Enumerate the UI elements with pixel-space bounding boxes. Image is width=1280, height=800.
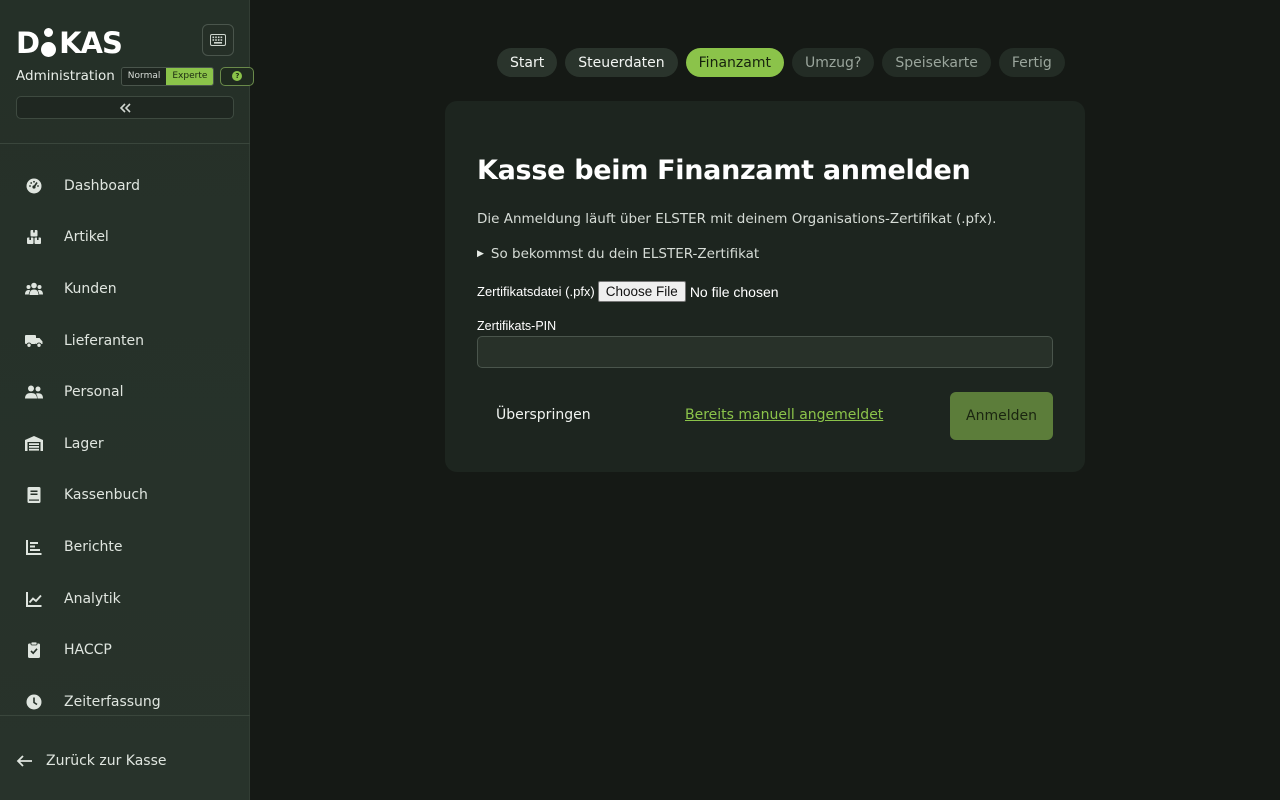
sidebar-item-dashboard[interactable]: Dashboard [0,160,250,212]
already-registered-link[interactable]: Bereits manuell angemeldet [685,407,883,423]
collapse-sidebar-button[interactable] [16,96,234,119]
step-speisekarte[interactable]: Speisekarte [882,48,991,77]
logo-text-right: KAS [59,26,123,60]
sidebar-item-berichte[interactable]: Berichte [0,521,250,573]
clipboard-check-icon [24,640,44,660]
sidebar-nav: Dashboard Artikel Kunden Lieferanten Per… [0,160,250,728]
pin-label: Zertifikats-PIN [477,319,557,333]
back-to-register-link[interactable]: Zurück zur Kasse [16,750,167,772]
bar-chart-icon [24,537,44,557]
admin-label: Administration [16,68,115,84]
sidebar-item-label: Dashboard [64,177,140,194]
choose-file-button[interactable]: Choose File [597,281,686,302]
sidebar-item-label: Lager [64,435,104,452]
certificate-help-toggle[interactable]: ▶ So bekommst du dein ELSTER-Zertifikat [477,246,759,262]
mode-toggle: Normal Experte [120,66,215,86]
book-icon [24,485,44,505]
wizard-stepper: Start Steuerdaten Finanzamt Umzug? Speis… [497,48,1065,77]
arrow-left-icon [16,755,32,767]
sidebar-item-label: Kassenbuch [64,487,148,504]
sidebar-item-analytik[interactable]: Analytik [0,573,250,625]
pin-input[interactable] [477,336,1053,368]
user-group-icon [24,382,44,402]
sidebar-item-kassenbuch[interactable]: Kassenbuch [0,470,250,522]
details-summary: So bekommst du dein ELSTER-Zertifikat [490,246,760,262]
gauge-icon [24,176,44,196]
sidebar-item-label: Lieferanten [64,332,145,349]
sidebar-item-label: Personal [64,384,124,401]
step-finanzamt[interactable]: Finanzamt [685,48,784,77]
sidebar-item-zeiterfassung[interactable]: Zeiterfassung [0,676,250,728]
mode-expert-option[interactable]: Experte [166,67,214,85]
keyboard-button[interactable] [202,24,234,56]
sidebar-item-lieferanten[interactable]: Lieferanten [0,315,250,367]
warehouse-icon [24,434,44,454]
step-steuerdaten[interactable]: Steuerdaten [565,48,678,77]
back-label: Zurück zur Kasse [46,753,167,769]
step-fertig[interactable]: Fertig [998,48,1065,77]
sidebar-item-label: Kunden [64,280,117,297]
sidebar-item-label: HACCP [64,642,112,659]
sidebar-item-kunden[interactable]: Kunden [0,263,250,315]
sidebar-item-personal[interactable]: Personal [0,366,250,418]
step-umzug[interactable]: Umzug? [791,48,875,77]
users-icon [24,279,44,299]
sidebar: D KAS Administration Normal Experte ? Da… [0,0,255,800]
finanzamt-card: Kasse beim Finanzamt anmelden Die Anmeld… [445,101,1085,472]
mode-normal-option[interactable]: Normal [121,67,167,85]
disclosure-triangle-icon: ▶ [477,249,484,259]
admin-mode-row: Administration Normal Experte ? [16,66,255,86]
help-button[interactable]: ? [220,66,255,86]
register-button[interactable]: Anmelden [950,392,1053,440]
app-logo: D KAS [16,22,123,60]
logo-text-left: D [16,26,40,60]
clock-icon [24,692,44,712]
sidebar-item-artikel[interactable]: Artikel [0,212,250,264]
line-chart-icon [24,589,44,609]
file-label: Zertifikatsdatei (.pfx) [477,284,595,299]
truck-icon [24,331,44,351]
sidebar-item-lager[interactable]: Lager [0,418,250,470]
page-title: Kasse beim Finanzamt anmelden [477,155,971,186]
double-chevron-left-icon [119,102,131,113]
boxes-icon [24,227,44,247]
card-description: Die Anmeldung läuft über ELSTER mit dein… [477,211,997,227]
sidebar-item-label: Berichte [64,538,123,555]
sidebar-item-label: Analytik [64,590,121,607]
file-status: No file chosen [689,283,779,300]
certificate-file-row: Zertifikatsdatei (.pfx) Choose File No f… [477,281,779,302]
keyboard-icon [210,34,226,46]
sidebar-footer-divider [0,715,250,716]
help-icon: ? [232,71,243,81]
sidebar-item-label: Zeiterfassung [64,693,161,710]
step-start[interactable]: Start [497,48,558,77]
logo-mark [40,28,58,58]
sidebar-item-label: Artikel [64,229,109,246]
sidebar-divider [0,143,250,144]
skip-button[interactable]: Überspringen [496,407,591,423]
sidebar-item-haccp[interactable]: HACCP [0,624,250,676]
